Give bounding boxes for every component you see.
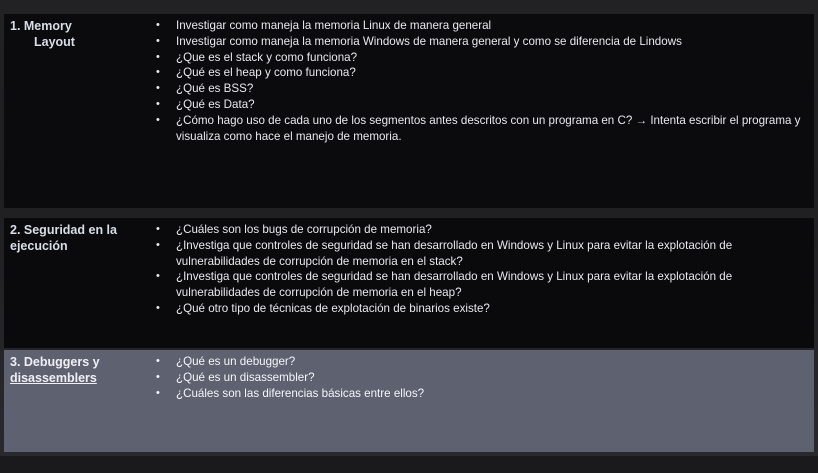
topics-table: 1. Memory Layout • Investigar como maneja…: [4, 14, 814, 456]
topic-title-line1: 1. Memory: [10, 19, 72, 33]
list-item-text: ¿Qué es un disassembler?: [176, 370, 315, 384]
list-item-text: ¿Qué es BSS?: [176, 82, 254, 96]
bullet-list: • Investigar como maneja la memoria Linux…: [156, 18, 806, 144]
topic-title-line1: 2. Seguridad en la: [10, 223, 117, 237]
bullet-icon: •: [156, 355, 160, 367]
bullet-icon: •: [156, 66, 160, 79]
bullet-icon: •: [156, 270, 160, 283]
bullet-icon: •: [156, 19, 160, 31]
bullet-icon: •: [156, 370, 160, 383]
list-item: • ¿Que es el stack y como funciona?: [156, 50, 806, 66]
screen-background: 1. Memory Layout • Investigar como maneja…: [0, 0, 818, 473]
table-row-seguridad: 2. Seguridad en la ejecución • ¿Cuáles so…: [4, 218, 814, 348]
bullet-icon: •: [156, 50, 160, 63]
list-item-text: ¿Cuáles son las diferencias básicas entr…: [176, 386, 425, 400]
bullet-icon: •: [156, 34, 160, 47]
list-item: • ¿Qué es BSS?: [156, 81, 806, 97]
list-item-text: ¿Qué es el heap y como funciona?: [176, 66, 356, 80]
list-item: • Investigar como maneja la memoria Windo…: [156, 34, 806, 50]
bullet-icon: •: [156, 386, 160, 399]
list-item: • ¿Qué es Data?: [156, 97, 806, 113]
list-item-text: ¿Qué otro tipo de técnicas de explotació…: [176, 301, 490, 315]
list-item-text: ¿Investiga que controles de seguridad se…: [176, 238, 733, 268]
list-item-text: Investigar como maneja la memoria Linux …: [176, 19, 492, 32]
bullet-list: • ¿Cuáles son los bugs de corrupción de m…: [156, 222, 806, 317]
table-row-memory-layout: 1. Memory Layout • Investigar como maneja…: [4, 14, 814, 208]
list-item: • ¿Cómo hago uso de cada uno de los segme…: [156, 113, 806, 145]
bullet-icon: •: [156, 238, 160, 251]
list-item-text: Investigar como maneja la memoria Window…: [176, 34, 682, 48]
list-item: • Investigar como maneja la memoria Linux…: [156, 18, 806, 34]
list-item-text: ¿Investiga que controles de seguridad se…: [176, 270, 733, 300]
list-item: • ¿Qué es el heap y como funciona?: [156, 65, 806, 81]
table-row-debuggers: 3. Debuggers y disassemblers • ¿Qué es un…: [4, 350, 814, 452]
bottom-bezel: [0, 456, 818, 473]
list-item-text: ¿Qué es Data?: [176, 97, 255, 111]
topic-title-line2: ejecución: [10, 239, 68, 253]
list-item: • ¿Investiga que controles de seguridad s…: [156, 238, 806, 270]
topic-title-line2: Layout: [34, 35, 75, 49]
list-item-text: ¿Cómo hago uso de cada uno de los segmen…: [176, 113, 801, 143]
list-item: • ¿Qué es un debugger?: [156, 354, 806, 370]
list-item-text: ¿Qué es un debugger?: [176, 355, 296, 368]
list-item-text: ¿Que es el stack y como funciona?: [176, 50, 358, 64]
bullet-icon: •: [156, 301, 160, 314]
list-item: • ¿Cuáles son las diferencias básicas ent…: [156, 386, 806, 402]
bullet-icon: •: [156, 113, 160, 126]
topic-cell: 1. Memory Layout: [10, 18, 146, 50]
bullet-icon: •: [156, 223, 160, 235]
list-item: • ¿Qué es un disassembler?: [156, 370, 806, 386]
topic-cell: 2. Seguridad en la ejecución: [10, 222, 146, 254]
bullet-list: • ¿Qué es un debugger? • ¿Qué es un disass…: [156, 354, 806, 401]
list-item: • ¿Cuáles son los bugs de corrupción de m…: [156, 222, 806, 238]
topic-cell: 3. Debuggers y disassemblers: [10, 354, 146, 386]
bullet-icon: •: [156, 82, 160, 95]
topic-title-line1: 3. Debuggers y: [10, 355, 100, 369]
list-item: • ¿Investiga que controles de seguridad s…: [156, 269, 806, 301]
list-item-text: ¿Cuáles son los bugs de corrupción de me…: [176, 223, 432, 236]
bullet-icon: •: [156, 97, 160, 110]
list-item: • ¿Qué otro tipo de técnicas de explotaci…: [156, 301, 806, 317]
topic-title-line2: disassemblers: [10, 371, 97, 385]
